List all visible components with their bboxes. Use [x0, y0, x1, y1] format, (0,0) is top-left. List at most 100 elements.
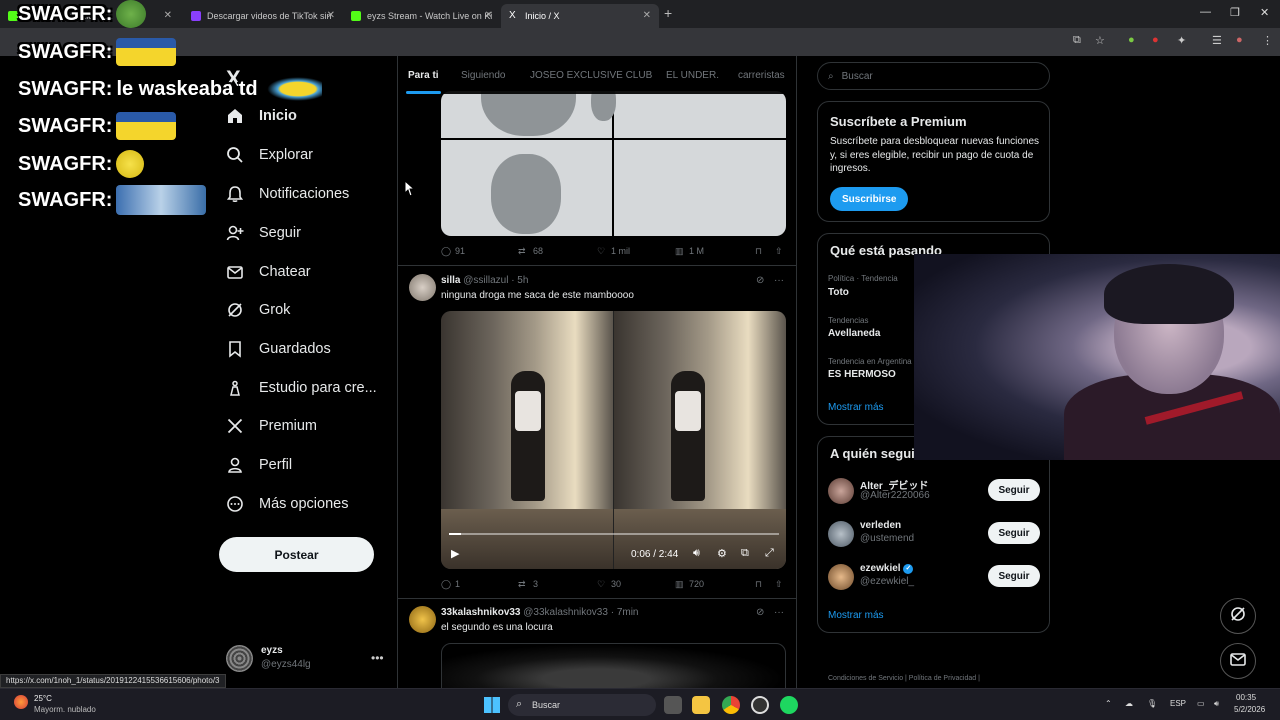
account-switcher[interactable]: eyzs @eyzs44lg •••	[226, 643, 386, 673]
subscribe-button[interactable]: Suscribirse	[830, 187, 909, 211]
views-icon[interactable]: ▥	[675, 246, 684, 257]
like-icon[interactable]: ♡	[597, 246, 605, 257]
show-more-link[interactable]: Mostrar más	[828, 402, 884, 413]
nav-more-options[interactable]: Más opciones	[226, 492, 348, 516]
windows-start-icon[interactable]	[484, 697, 500, 713]
network-tray-icon[interactable]: ☁	[1125, 699, 1133, 708]
more-dots-icon[interactable]: ···	[774, 607, 784, 618]
nav-grok[interactable]: Grok	[226, 298, 290, 322]
like-icon[interactable]: ♡	[597, 579, 605, 590]
tab-kick-stream[interactable]: eyzs Stream - Watch Live on Ki ✕	[343, 4, 501, 28]
grok-button[interactable]	[1220, 598, 1256, 634]
menu-icon[interactable]: ⋮	[1262, 34, 1273, 47]
task-view-icon[interactable]	[664, 696, 682, 714]
avatar[interactable]	[409, 274, 436, 301]
post-button[interactable]: Postear	[219, 537, 374, 572]
fullscreen-icon[interactable]: ⤢	[765, 547, 774, 560]
trend-name[interactable]: Toto	[828, 287, 849, 298]
tray-chevron-icon[interactable]: ⌃	[1105, 699, 1112, 708]
address-bar[interactable]	[0, 28, 1280, 56]
nav-follow[interactable]: Seguir	[226, 221, 301, 245]
avatar[interactable]	[409, 606, 436, 633]
tab-list-joseo[interactable]: JOSEO EXCLUSIVE CLUB	[530, 70, 652, 81]
weather-temp[interactable]: 25°C	[34, 694, 52, 703]
extension-icon[interactable]: ●	[1152, 34, 1159, 46]
install-icon[interactable]: ⧉	[1073, 34, 1081, 47]
nav-home[interactable]: Inicio	[226, 104, 297, 128]
nav-creator-studio[interactable]: Estudio para cre...	[226, 376, 377, 400]
volume-icon[interactable]: 🔊︎	[1214, 699, 1219, 709]
author-name[interactable]: silla	[441, 275, 460, 286]
reply-icon[interactable]: ◯	[441, 246, 451, 257]
nav-bookmarks[interactable]: Guardados	[226, 337, 331, 361]
star-icon[interactable]: ☆	[1095, 34, 1105, 47]
language-indicator[interactable]: ESP	[1170, 699, 1186, 708]
tab-for-you[interactable]: Para ti	[408, 70, 439, 81]
nav-chat[interactable]: Chatear	[226, 260, 311, 284]
bookmark-icon[interactable]: ⊓	[755, 579, 762, 590]
tab-following[interactable]: Siguiendo	[461, 70, 505, 81]
follow-button[interactable]: Seguir	[988, 565, 1040, 587]
nav-premium[interactable]: Premium	[226, 414, 317, 438]
new-tab-button[interactable]: +	[664, 5, 672, 21]
grok-icon[interactable]: ⊘	[756, 607, 764, 618]
tweet-image[interactable]	[441, 643, 786, 688]
author-name[interactable]: 33kalashnikov33	[441, 607, 521, 618]
footer-links[interactable]: Condiciones de Servicio | Política de Pr…	[828, 675, 980, 682]
extension-icon[interactable]: ●	[1128, 34, 1135, 46]
puzzle-icon[interactable]: ✦	[1177, 34, 1186, 47]
weather-icon[interactable]	[14, 695, 28, 709]
follow-button[interactable]: Seguir	[988, 522, 1040, 544]
nav-profile[interactable]: Perfil	[226, 453, 292, 477]
close-window-icon[interactable]: ✕	[1260, 6, 1269, 19]
grok-icon[interactable]: ⊘	[756, 275, 764, 286]
repost-icon[interactable]: ⇄	[518, 579, 526, 590]
tab-list-carreristas[interactable]: carreristas	[738, 70, 785, 81]
obs-icon[interactable]	[751, 696, 769, 714]
follow-button[interactable]: Seguir	[988, 479, 1040, 501]
views-icon[interactable]: ▥	[675, 579, 684, 590]
close-icon[interactable]: ✕	[327, 10, 335, 21]
trend-name[interactable]: Avellaneda	[828, 328, 880, 339]
close-icon[interactable]: ✕	[643, 10, 651, 21]
reply-icon[interactable]: ◯	[441, 579, 451, 590]
file-explorer-icon[interactable]	[692, 696, 710, 714]
share-icon[interactable]: ⇧	[775, 579, 783, 590]
pip-icon[interactable]: ⧉	[741, 547, 749, 560]
chrome-icon[interactable]	[722, 696, 740, 714]
grid-image[interactable]	[614, 91, 786, 138]
nav-explore[interactable]: Explorar	[226, 143, 313, 167]
tweet-video[interactable]: ▶ 0:06 / 2:44 🔊︎ ⚙ ⧉ ⤢	[441, 311, 786, 569]
follow-suggestion[interactable]: verleden @ustemend Seguir	[828, 520, 1040, 550]
display-icon[interactable]: ▭	[1197, 699, 1205, 708]
tab-tiktok-downloader[interactable]: Descargar videos de TikTok sin ✕	[183, 4, 343, 28]
bookmark-icon[interactable]: ⊓	[755, 246, 762, 257]
minimize-icon[interactable]: —	[1200, 6, 1211, 18]
grid-image[interactable]	[614, 140, 786, 236]
clock-time[interactable]: 00:35	[1236, 693, 1256, 702]
mic-icon[interactable]: 🎙︎	[1147, 699, 1157, 708]
follow-suggestion[interactable]: ezewkiel ✓ @ezewkiel_ Seguir	[828, 563, 1040, 593]
tab-list-under[interactable]: EL UNDER.	[666, 70, 719, 81]
clock-date[interactable]: 5/2/2026	[1234, 705, 1265, 714]
volume-icon[interactable]: 🔊︎	[693, 547, 700, 560]
tweet-image-grid[interactable]	[441, 91, 786, 236]
messages-button[interactable]	[1220, 643, 1256, 679]
show-more-link[interactable]: Mostrar más	[828, 610, 884, 621]
nav-notifications[interactable]: Notificaciones	[226, 182, 349, 206]
trend-name[interactable]: ES HERMOSO	[828, 369, 896, 380]
settings-icon[interactable]: ⚙	[717, 547, 727, 560]
taskbar-search[interactable]: ⌕ Buscar	[508, 694, 656, 716]
more-dots-icon[interactable]: ···	[774, 275, 784, 286]
follow-suggestion[interactable]: Alter_デビッド @Alter2220066 Seguir	[828, 477, 1040, 507]
timeline[interactable]: Para ti Siguiendo JOSEO EXCLUSIVE CLUB E…	[397, 56, 797, 688]
reading-list-icon[interactable]: ☰	[1212, 34, 1222, 47]
close-icon[interactable]: ✕	[485, 10, 493, 21]
maximize-icon[interactable]: ❐	[1230, 6, 1240, 19]
search-input[interactable]: ⌕ Buscar	[817, 62, 1050, 90]
play-icon[interactable]: ▶	[451, 547, 459, 560]
video-progress-bar[interactable]	[449, 533, 779, 535]
repost-icon[interactable]: ⇄	[518, 246, 526, 257]
more-dots-icon[interactable]: •••	[371, 651, 384, 665]
share-icon[interactable]: ⇧	[775, 246, 783, 257]
